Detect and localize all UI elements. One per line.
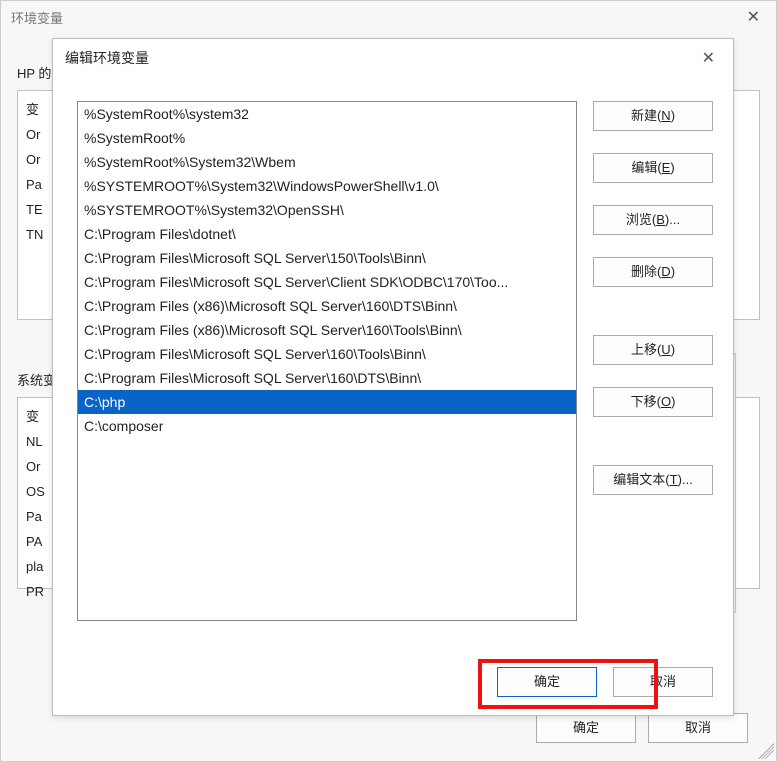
edittext-button[interactable]: 编辑文本(T)... [593,465,713,495]
btn-text: 下移( [631,394,661,409]
resize-grip-icon[interactable] [758,743,774,759]
btn-hotkey: O [661,394,671,409]
path-item[interactable]: %SYSTEMROOT%\System32\OpenSSH\ [78,198,576,222]
path-item[interactable]: C:\Program Files\Microsoft SQL Server\Cl… [78,270,576,294]
modal-titlebar: 编辑环境变量 ✕ [53,39,733,77]
btn-hotkey: T [670,472,678,487]
btn-text: 编辑文本( [613,472,669,487]
btn-text: ) [671,342,675,357]
path-item[interactable]: %SYSTEMROOT%\System32\WindowsPowerShell\… [78,174,576,198]
btn-text: ) [671,394,675,409]
path-item[interactable]: C:\Program Files (x86)\Microsoft SQL Ser… [78,318,576,342]
btn-hotkey: U [661,342,670,357]
new-button[interactable]: 新建(N) [593,101,713,131]
parent-close-icon[interactable]: ✕ [741,5,766,29]
modal-body: %SystemRoot%\system32%SystemRoot%%System… [53,77,733,715]
path-item[interactable]: %SystemRoot% [78,126,576,150]
btn-text: 新建( [631,108,661,123]
browse-button[interactable]: 浏览(B)... [593,205,713,235]
btn-text: 上移( [631,342,661,357]
btn-text: ) [671,264,675,279]
btn-text: ) [671,108,675,123]
path-item[interactable]: C:\Program Files\Microsoft SQL Server\15… [78,246,576,270]
path-item[interactable]: C:\php [78,390,576,414]
btn-text: 删除( [631,264,661,279]
delete-button[interactable]: 删除(D) [593,257,713,287]
moveup-button[interactable]: 上移(U) [593,335,713,365]
btn-hotkey: D [661,264,670,279]
modal-close-icon[interactable]: ✕ [696,46,721,70]
btn-text: ) [670,160,674,175]
parent-ok-button[interactable]: 确定 [536,713,636,743]
modal-ok-button[interactable]: 确定 [497,667,597,697]
path-item[interactable]: C:\Program Files (x86)\Microsoft SQL Ser… [78,294,576,318]
btn-hotkey: B [656,212,665,227]
parent-titlebar: 环境变量 ✕ [1,1,776,33]
btn-text: )... [678,472,693,487]
path-item[interactable]: %SystemRoot%\System32\Wbem [78,150,576,174]
modal-title: 编辑环境变量 [65,48,149,68]
modal-footer: 确定 取消 [497,667,713,697]
path-item[interactable]: C:\Program Files\dotnet\ [78,222,576,246]
edit-button[interactable]: 编辑(E) [593,153,713,183]
parent-cancel-button[interactable]: 取消 [648,713,748,743]
movedown-button[interactable]: 下移(O) [593,387,713,417]
btn-text: 编辑( [631,160,661,175]
btn-text: 浏览( [626,212,656,227]
parent-title: 环境变量 [11,8,63,27]
btn-hotkey: N [661,108,670,123]
path-item[interactable]: C:\Program Files\Microsoft SQL Server\16… [78,342,576,366]
path-item[interactable]: %SystemRoot%\system32 [78,102,576,126]
edit-env-var-dialog: 编辑环境变量 ✕ %SystemRoot%\system32%SystemRoo… [52,38,734,716]
modal-cancel-button[interactable]: 取消 [613,667,713,697]
path-listbox[interactable]: %SystemRoot%\system32%SystemRoot%%System… [77,101,577,621]
btn-text: )... [665,212,680,227]
parent-footer-buttons: 确定 取消 [536,713,748,743]
path-item[interactable]: C:\composer [78,414,576,438]
side-buttons: 新建(N) 编辑(E) 浏览(B)... 删除(D) 上移(U) 下移(O) [593,101,713,495]
path-item[interactable]: C:\Program Files\Microsoft SQL Server\16… [78,366,576,390]
